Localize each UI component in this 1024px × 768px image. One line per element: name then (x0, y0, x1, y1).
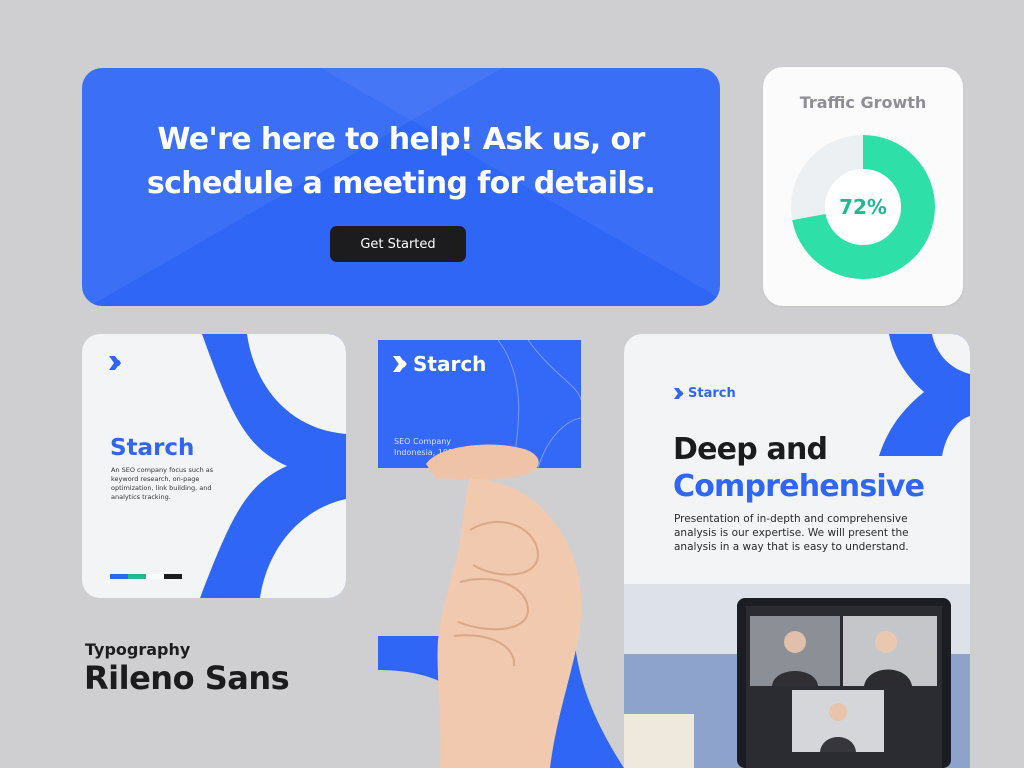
poster-heading-line2: Comprehensive (673, 469, 925, 504)
poster-body-text: Presentation of in-depth and comprehensi… (674, 513, 909, 553)
traffic-title: Traffic Growth (799, 93, 927, 112)
swatch-green (128, 574, 146, 579)
traffic-percent-value: 72% (839, 195, 887, 219)
brand-card: Starch An SEO company focus such as keyw… (82, 334, 346, 598)
hero-banner: We're here to help! Ask us, or schedule … (82, 68, 720, 306)
swatch-dark (164, 574, 182, 579)
typography-label: Typography (85, 640, 191, 659)
starch-logo-icon (109, 356, 121, 370)
starch-logo-icon (674, 388, 684, 399)
color-swatches (110, 574, 182, 579)
notebook (624, 714, 694, 768)
brand-card-description: An SEO company focus such as keyword res… (111, 466, 214, 501)
laptop-video-call-photo (624, 584, 970, 768)
brand-card-name: Starch (110, 435, 195, 461)
business-card-mockup: Starch SEO Company Indonesia, 101 (378, 340, 628, 768)
hero-title: We're here to help! Ask us, or schedule … (146, 122, 656, 201)
poster-heading-line1: Deep and (673, 432, 828, 467)
poster-heading: Deep and Comprehensive (673, 431, 925, 505)
typography-font-name: Rileno Sans (84, 659, 290, 697)
traffic-growth-card: Traffic Growth 72% (763, 67, 963, 306)
hand-illustration (426, 444, 582, 768)
get-started-button[interactable]: Get Started (330, 226, 466, 262)
poster: Starch Deep and Comprehensive Presentati… (624, 334, 970, 768)
poster-brand-name: Starch (688, 386, 736, 401)
swatch-blue (110, 574, 128, 579)
swatch-white (146, 574, 164, 579)
poster-brand: Starch (674, 386, 736, 401)
